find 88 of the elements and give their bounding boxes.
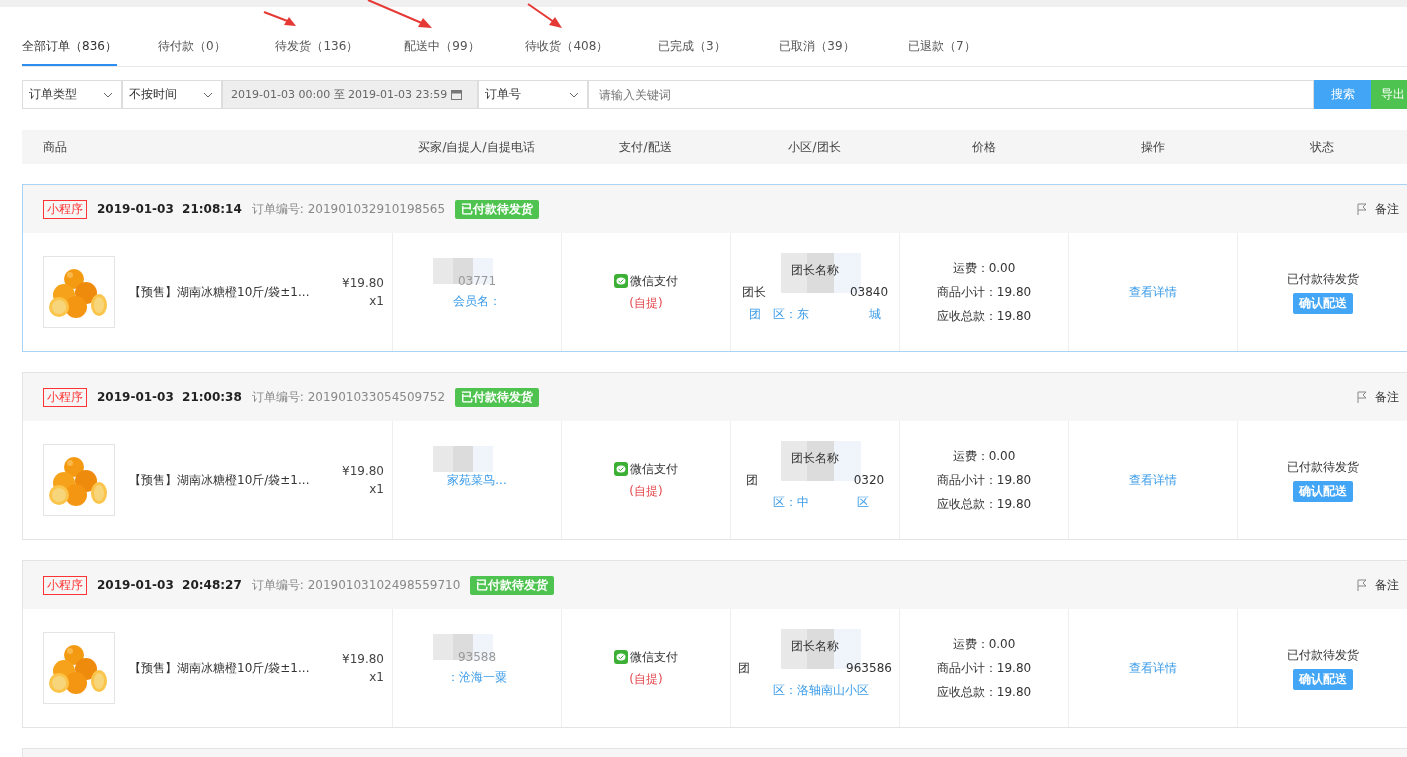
source-tag: 小程序 <box>43 575 87 595</box>
leader-info: 团 0320 <box>745 471 885 489</box>
leader-info: 团 963586 <box>738 659 892 677</box>
fee-line: 商品小计：19.80 <box>936 283 1032 301</box>
remark-link[interactable]: 备注 <box>1375 576 1399 594</box>
fee-line: 应收总款：19.80 <box>936 683 1032 701</box>
status-badge: 已付款待发货 <box>470 575 555 595</box>
calendar-icon <box>451 89 463 100</box>
product-price: ¥19.80 <box>342 464 384 478</box>
column-header: 支付/配送 <box>618 138 673 156</box>
leader-info: 团 区：东 城 <box>749 305 881 323</box>
order-tab[interactable]: 已完成（3） <box>641 30 742 66</box>
redaction-mosaic <box>433 446 493 472</box>
order-tab[interactable]: 配送中（99） <box>391 30 492 66</box>
fee-line: 应收总款：19.80 <box>936 307 1032 325</box>
chevron-icon <box>569 91 579 98</box>
order-tab[interactable]: 待付款（0） <box>141 30 242 66</box>
source-tag: 小程序 <box>43 199 87 219</box>
column-header: 价格 <box>970 138 997 156</box>
status-badge: 已付款待发货 <box>455 387 540 407</box>
remark-link[interactable]: 备注 <box>1375 200 1399 218</box>
product-name: 【预售】湖南冰糖橙10斤/袋±1... <box>129 471 311 489</box>
order-tab[interactable]: 全部订单（836） <box>22 30 117 66</box>
wechat-pay-icon <box>614 650 628 664</box>
column-header: 小区/团长 <box>787 138 842 156</box>
source-tag: 小程序 <box>43 387 87 407</box>
field-select[interactable]: 订单号 <box>478 80 588 109</box>
order-status: 已付款待发货 <box>1286 646 1359 664</box>
product-name: 【预售】湖南冰糖橙10斤/袋±1... <box>129 659 311 677</box>
order-number: 订单编号: 20190103102498559710 <box>251 576 461 594</box>
column-header: 状态 <box>1308 138 1335 156</box>
buyer-info: 93588 <box>457 650 497 664</box>
buyer-info: 03771 <box>457 274 497 288</box>
order-number: 订单编号: 201901032910198565 <box>251 200 446 218</box>
leader-info: 团长 03840 <box>741 283 889 301</box>
fee-line: 运费：0.00 <box>952 447 1016 465</box>
order-time: 2019-01-03 20:48:27 <box>97 578 242 592</box>
leader-info: 团长名称 <box>791 449 839 467</box>
chevron-icon <box>203 91 213 98</box>
leader-info: 团长名称 <box>791 637 839 655</box>
order-tab[interactable]: 已退款（7） <box>891 30 992 66</box>
order-time: 2019-01-03 21:08:14 <box>97 202 242 216</box>
wechat-pay-icon <box>614 274 628 288</box>
order-tab[interactable]: 已取消（39） <box>766 30 867 66</box>
leader-info: 团长名称 <box>791 261 839 279</box>
order-type-select[interactable]: 订单类型 <box>22 80 122 109</box>
redaction-mosaic <box>433 258 493 284</box>
buyer-info: ：沧海一粟 <box>447 669 507 686</box>
delivery-mode: (自提) <box>629 670 663 688</box>
product-price: ¥19.80 <box>342 276 384 290</box>
order-time: 2019-01-03 21:00:38 <box>97 390 242 404</box>
leader-info: 区：中 区 <box>772 493 869 511</box>
buyer-info: 会员名： <box>453 293 501 310</box>
fee-line: 商品小计：19.80 <box>936 471 1032 489</box>
product-price: ¥19.80 <box>342 652 384 666</box>
order-tab[interactable]: 待收货（408） <box>516 30 617 66</box>
column-header: 操作 <box>1139 138 1166 156</box>
order-status: 已付款待发货 <box>1286 270 1359 288</box>
keyword-input[interactable]: 请输入关键词 <box>588 80 1314 109</box>
product-quantity: x1 <box>369 482 384 496</box>
time-select[interactable]: 不按时间 <box>122 80 222 109</box>
order-status: 已付款待发货 <box>1286 458 1359 476</box>
status-badge: 已付款待发货 <box>455 199 540 219</box>
remark-link[interactable]: 备注 <box>1375 388 1399 406</box>
product-quantity: x1 <box>369 294 384 308</box>
delivery-mode: (自提) <box>629 294 663 312</box>
leader-info: 区：洛轴南山小区 <box>772 681 869 699</box>
column-header: 买家/自提人/自提电话 <box>417 138 536 156</box>
product-quantity: x1 <box>369 670 384 684</box>
product-name: 【预售】湖南冰糖橙10斤/袋±1... <box>129 283 311 301</box>
buyer-info: 家苑菜鸟... <box>447 471 507 489</box>
flag-icon <box>1357 579 1367 591</box>
fee-line: 运费：0.00 <box>952 259 1016 277</box>
payment-method: 微信支付 <box>630 460 678 478</box>
fee-line: 商品小计：19.80 <box>936 659 1032 677</box>
order-number: 订单编号: 201901033054509752 <box>251 388 446 406</box>
date-range-field[interactable]: 2019-01-03 00:00 至 2019-01-03 23:59 <box>222 80 478 109</box>
fee-line: 运费：0.00 <box>952 635 1016 653</box>
flag-icon <box>1357 203 1367 215</box>
fee-line: 应收总款：19.80 <box>936 495 1032 513</box>
delivery-mode: (自提) <box>629 482 663 500</box>
flag-icon <box>1357 391 1367 403</box>
column-header: 商品 <box>42 138 68 156</box>
wechat-pay-icon <box>614 462 628 476</box>
chevron-icon <box>103 91 113 98</box>
payment-method: 微信支付 <box>630 648 678 666</box>
payment-method: 微信支付 <box>630 272 678 290</box>
order-tab[interactable]: 待发货（136） <box>266 30 367 66</box>
